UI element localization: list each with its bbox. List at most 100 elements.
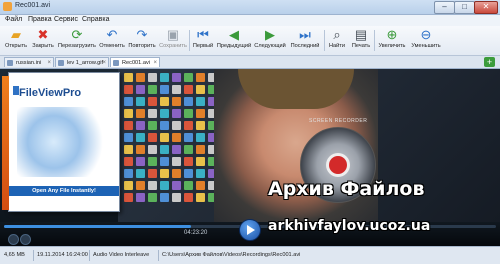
desktop-shortcut-icon [148,193,157,202]
desktop-shortcut-icon [148,169,157,178]
desktop-shortcut-icon [160,169,169,178]
toolbar-separator [189,30,190,51]
status-file-size: 4,65 MB [4,252,25,258]
desktop-shortcut-icon [124,121,133,130]
desktop-shortcut-icon [184,193,193,202]
close-label: Закрыть [32,43,54,49]
desktop-shortcut-icon [196,121,205,130]
print-label: Печать [351,43,371,49]
zoom-in-button[interactable]: ⊕ Увеличить [376,26,408,55]
desktop-shortcut-icon [172,73,181,82]
desktop-shortcut-icon [148,145,157,154]
redo-button[interactable]: ↷ Повторить [127,26,157,55]
first-label: Первый [192,43,214,49]
zoom-out-button[interactable]: ⊖ Уменьшить [409,26,443,55]
reload-label: Перезагрузить [58,43,96,49]
desktop-shortcut-icon [148,73,157,82]
desktop-shortcut-icon [172,145,181,154]
print-button[interactable]: ▤ Печать [349,26,373,55]
tab-strip: russian.ini × lev 1_arrow.gif × Rec001.a… [0,56,500,69]
recorder-label: SCREEN RECORDER [309,118,368,124]
desktop-shortcut-icon [136,157,145,166]
redo-icon: ↷ [136,27,148,42]
tab-close-icon[interactable]: × [47,58,51,67]
desktop-shortcut-icon [136,97,145,106]
find-label: Найти [329,43,345,49]
play-control-icon[interactable] [8,234,19,245]
tab-rec001-avi[interactable]: Rec001.avi × [110,57,160,67]
close-window-button[interactable]: ✕ [474,1,498,14]
desktop-shortcut-icon [160,133,169,142]
last-button[interactable]: ⏭ Последний [288,26,322,55]
open-button[interactable]: ▰ Открыть [3,26,29,55]
tab-arrow-gif[interactable]: lev 1_arrow.gif × [55,57,109,67]
print-icon: ▤ [354,27,368,42]
zoom-out-label: Уменьшить [411,43,441,49]
save-icon: ▣ [166,27,180,42]
previous-icon: ◀ [229,27,239,42]
desktop-shortcut-icon [184,121,193,130]
desktop-shortcut-icon [160,181,169,190]
new-tab-button[interactable]: + [484,57,495,67]
undo-button[interactable]: ↶ Отменить [98,26,126,55]
desktop-shortcut-icon [124,157,133,166]
toolbar: ▰ Открыть ✖ Закрыть ⟳ Перезагрузить ↶ От… [0,26,500,56]
desktop-shortcut-icon [184,85,193,94]
desktop-shortcut-icon [160,73,169,82]
last-icon: ⏭ [299,27,311,42]
desktop-shortcut-icon [184,109,193,118]
close-file-button[interactable]: ✖ Закрыть [30,26,56,55]
find-button[interactable]: ⌕ Найти [326,26,348,55]
desktop-shortcut-icon [172,193,181,202]
previous-button[interactable]: ◀ Предыдущий [216,26,252,55]
minimize-button[interactable]: – [434,1,455,14]
save-button[interactable]: ▣ Сохранить [158,26,188,55]
reload-button[interactable]: ⟳ Перезагрузить [57,26,97,55]
menu-help[interactable]: Справка [82,16,109,23]
maximize-button[interactable]: □ [454,1,475,14]
desktop-shortcut-icon [136,109,145,118]
desktop-shortcut-icon [136,181,145,190]
desktop-shortcut-icon [172,169,181,178]
product-slogan: Open Any File Instantly! [9,186,119,196]
menu-bar: Файл Правка Сервис Справка [0,15,500,26]
open-label: Открыть [5,43,27,49]
desktop-shortcut-icon [160,97,169,106]
redo-label: Повторить [128,43,156,49]
desktop-shortcut-icon [160,85,169,94]
undo-label: Отменить [99,43,125,49]
desktop-shortcut-icon [196,169,205,178]
desktop-shortcut-icon [172,133,181,142]
stop-control-icon[interactable] [20,234,31,245]
desktop-shortcut-icon [160,109,169,118]
tab-label: russian.ini [16,60,42,66]
desktop-shortcut-icon [124,181,133,190]
first-icon: ⏮ [197,27,209,42]
status-date: 19.11.2014 16:24:00 [37,252,88,258]
first-button[interactable]: ⏮ Первый [191,26,215,55]
desktop-shortcut-icon [124,109,133,118]
desktop-shortcut-icon [160,121,169,130]
status-separator [158,250,159,261]
timecode: 04:23:20 [184,230,208,236]
desktop-shortcut-icon [136,85,145,94]
menu-tools[interactable]: Сервис [54,16,78,23]
tab-close-icon[interactable]: × [102,58,106,67]
desktop-shortcut-icon [148,181,157,190]
window-title: Rec001.avi [15,2,51,9]
menu-edit[interactable]: Правка [28,16,52,23]
app-icon [3,2,12,11]
toolbar-separator [374,30,375,51]
next-button[interactable]: ▶ Следующий [253,26,287,55]
desktop-shortcut-icon [196,73,205,82]
product-name: FileViewPro [19,87,82,99]
undo-icon: ↶ [106,27,118,42]
watermark-url: arkhivfaylov.ucoz.ua [268,218,431,234]
menu-file[interactable]: Файл [5,16,22,23]
desktop-shortcut-icon [196,157,205,166]
tab-close-icon[interactable]: × [153,58,157,67]
desktop-shortcut-icon [196,193,205,202]
desktop-shortcut-icon [184,157,193,166]
title-bar: Rec001.avi – □ ✕ [0,0,500,15]
tab-russian-ini[interactable]: russian.ini × [4,57,54,67]
